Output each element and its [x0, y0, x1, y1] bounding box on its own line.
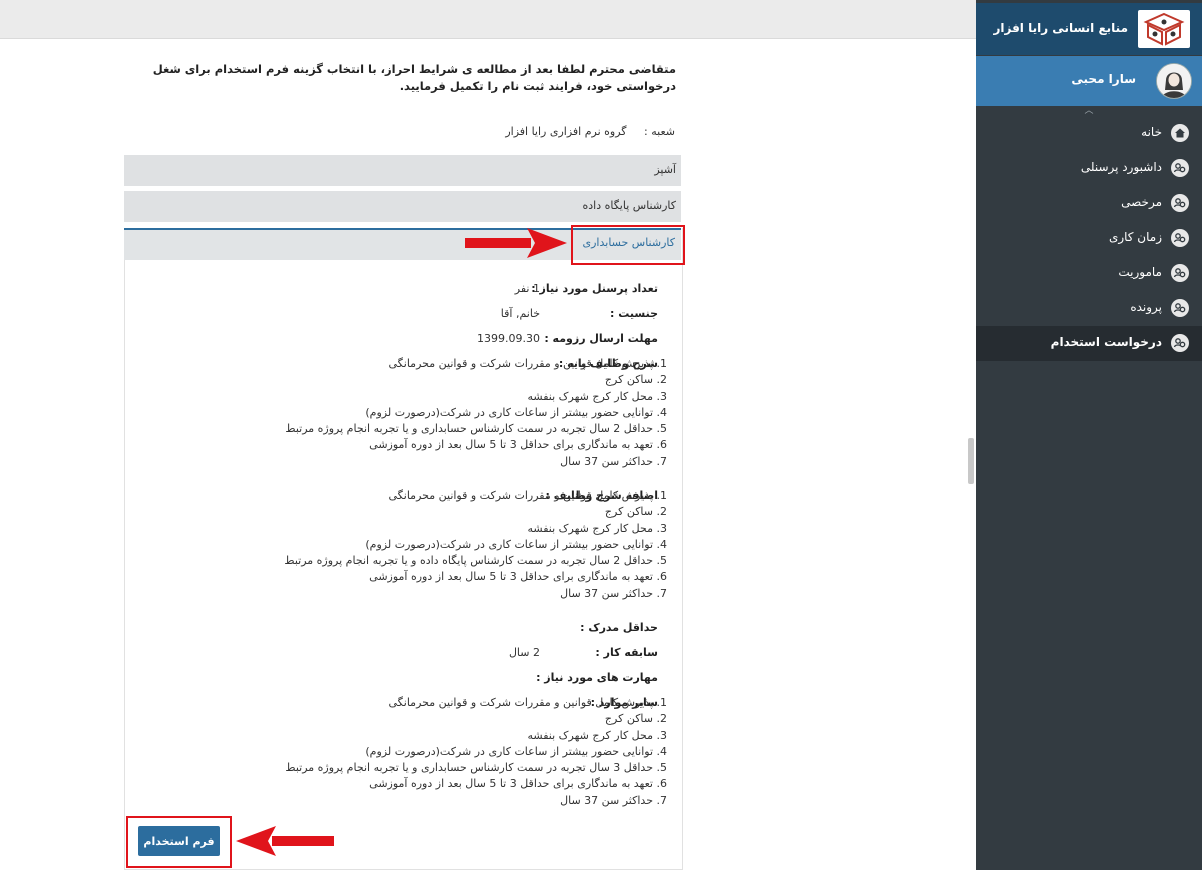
user-profile[interactable]: سارا محبی	[976, 56, 1202, 106]
list-item: 4. توانایی حضور بیشتر از ساعات کاری در ش…	[365, 744, 667, 758]
intro-text: متقاضی محترم لطفا بعد از مطالعه ی شرایط …	[152, 62, 676, 93]
users-icon	[1171, 159, 1189, 177]
scrollbar-handle[interactable]	[968, 438, 974, 484]
list-item: 1. پذیرش کامل قوانین و مقررات شرکت و قوا…	[388, 696, 667, 709]
branch-label: شعبه :	[644, 125, 675, 138]
field-value: 1399.09.30	[477, 332, 540, 345]
field-value: 1 نفر	[514, 282, 540, 295]
collapse-caret-icon[interactable]: ︿	[976, 106, 1202, 116]
list-item: 6. تعهد به ماندگاری برای حداقل 3 تا 5 سا…	[369, 438, 667, 452]
sidebar-item-label: ماموریت	[1118, 265, 1162, 279]
users-icon	[1171, 194, 1189, 212]
branch-value: گروه نرم افزاری رایا افزار	[505, 125, 627, 138]
sidebar-item-label: مرخصی	[1121, 195, 1162, 209]
job-item[interactable]: آشپز	[124, 155, 681, 187]
users-icon	[1171, 264, 1189, 282]
sidebar-item-label: خانه	[1141, 125, 1162, 139]
brand-title: منابع انسانی رایا افزار	[993, 21, 1128, 35]
sidebar-item-label: زمان کاری	[1108, 230, 1162, 244]
list-item: 7. حداکثر سن 37 سال	[560, 793, 667, 807]
sidebar-item-employment-request[interactable]: درخواست استخدام	[976, 326, 1202, 361]
list-item: 3. محل کار کرج شهرک بنفشه	[527, 521, 667, 535]
sidebar: منابع انسانی رایا افزار سارا محبی ︿ خانه…	[976, 0, 1202, 870]
job-title: کارشناس پایگاه داده	[582, 199, 677, 212]
sidebar-item-label: درخواست استخدام	[1050, 335, 1162, 349]
job-title: آشپز	[654, 163, 676, 176]
list-item: 6. تعهد به ماندگاری برای حداقل 3 تا 5 سا…	[369, 777, 667, 791]
job-item[interactable]: کارشناس پایگاه داده	[124, 191, 681, 223]
field-label: مهارت های مورد نیاز :	[536, 671, 658, 684]
sidebar-item-work-time[interactable]: زمان کاری	[976, 221, 1202, 256]
avatar	[1156, 63, 1192, 99]
other-list: 1. پذیرش کامل قوانین و مقررات شرکت و قوا…	[285, 695, 667, 809]
list-item: 3. محل کار کرج شهرک بنفشه	[527, 389, 667, 403]
list-item: 6. تعهد به ماندگاری برای حداقل 3 تا 5 سا…	[369, 570, 667, 584]
extra-duties-list: 1. پذیرش کامل قوانین و مقررات شرکت و قوا…	[284, 488, 667, 602]
sidebar-item-personnel-dashboard[interactable]: داشبورد پرسنلی	[976, 151, 1202, 186]
sidebar-item-label: داشبورد پرسنلی	[1080, 160, 1162, 174]
field-label: مهلت ارسال رزومه :	[544, 332, 658, 345]
sidebar-item-file[interactable]: پرونده	[976, 291, 1202, 326]
branch-row: شعبه : گروه نرم افزاری رایا افزار	[505, 125, 675, 138]
list-item: 5. حداقل 2 سال تجربه در سمت کارشناس پایگ…	[284, 554, 667, 568]
arrow-right-icon	[465, 228, 567, 258]
company-logo[interactable]	[1138, 10, 1190, 48]
arrow-left-icon	[236, 826, 334, 856]
list-item: 7. حداکثر سن 37 سال	[560, 586, 667, 600]
brand-header: منابع انسانی رایا افزار	[976, 3, 1202, 55]
sidebar-nav: خانه داشبورد پرسنلی مرخصی زمان کاری مامو…	[976, 116, 1202, 361]
list-item: 3. محل کار کرج شهرک بنفشه	[527, 728, 667, 742]
field-value: خانم, آقا	[500, 307, 540, 320]
list-item: 1. پذیرش کامل قوانین و مقررات شرکت و قوا…	[388, 489, 667, 502]
home-icon	[1171, 124, 1189, 142]
user-name: سارا محبی	[1071, 72, 1136, 86]
field-label: جنسیت :	[610, 307, 658, 320]
employment-form-button[interactable]: فرم استخدام	[138, 826, 220, 856]
users-icon	[1171, 299, 1189, 317]
list-item: 2. ساکن کرج	[604, 373, 667, 387]
list-item: 4. توانایی حضور بیشتر از ساعات کاری در ش…	[365, 405, 667, 419]
users-icon	[1171, 334, 1189, 352]
sidebar-item-mission[interactable]: ماموریت	[976, 256, 1202, 291]
field-label: تعداد پرسنل مورد نیاز :	[531, 282, 658, 295]
sidebar-item-leave[interactable]: مرخصی	[976, 186, 1202, 221]
sidebar-item-home[interactable]: خانه	[976, 116, 1202, 151]
field-label: حداقل مدرک :	[580, 621, 658, 634]
list-item: 5. حداقل 3 سال تجربه در سمت کارشناس حساب…	[285, 761, 667, 775]
duties-list: 1. پذیرش کامل قوانین و مقررات شرکت و قوا…	[285, 356, 667, 470]
list-item: 2. ساکن کرج	[604, 505, 667, 519]
list-item: 2. ساکن کرج	[604, 712, 667, 726]
list-item: 7. حداکثر سن 37 سال	[560, 454, 667, 468]
highlight-box	[571, 225, 685, 265]
field-label: سابقه کار :	[595, 646, 658, 659]
list-item: 4. توانایی حضور بیشتر از ساعات کاری در ش…	[365, 537, 667, 551]
list-item: 5. حداقل 2 سال تجربه در سمت کارشناس حساب…	[285, 422, 667, 436]
users-icon	[1171, 229, 1189, 247]
top-bar	[0, 0, 976, 39]
field-value: 2 سال	[508, 646, 540, 659]
list-item: 1. پذیرش کامل قوانین و مقررات شرکت و قوا…	[388, 357, 667, 370]
sidebar-item-label: پرونده	[1130, 300, 1162, 314]
